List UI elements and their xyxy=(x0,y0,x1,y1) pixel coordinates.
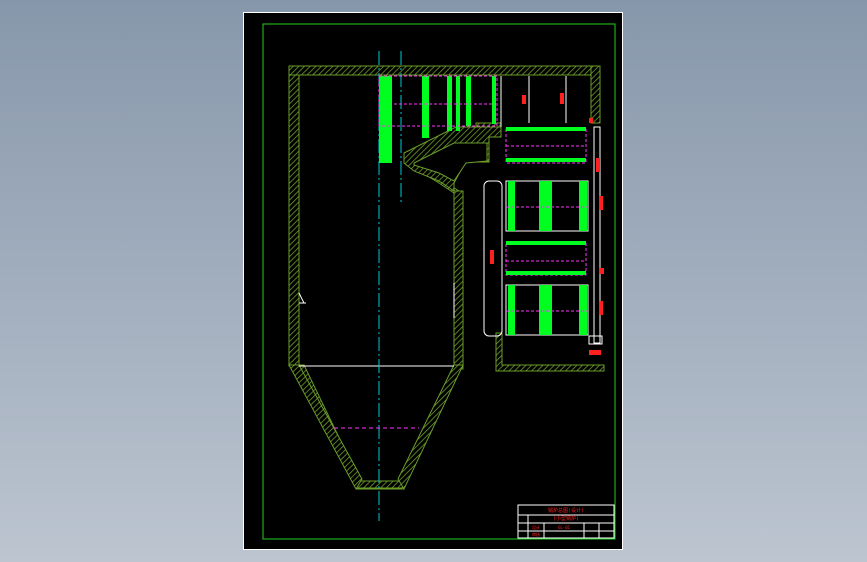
roof-right-drop xyxy=(590,65,601,124)
rear-bank-mark-1 xyxy=(522,95,526,104)
furnace-left-wall xyxy=(288,65,300,367)
hopper-right-wall xyxy=(397,364,464,491)
tube-group-1-col-3 xyxy=(579,181,587,231)
tube-bank-1 xyxy=(379,76,392,163)
convection-pass xyxy=(483,118,605,372)
drawing-sheet[interactable]: 锅炉总图(设计) (小型锅炉) 设计 审核 GL-01 xyxy=(243,12,623,550)
economizer-lower-top-tube xyxy=(506,241,586,245)
nose-annotation xyxy=(589,118,593,123)
tube-bank-frame xyxy=(378,75,498,127)
convection-casing xyxy=(495,332,605,372)
tube-group-2-col-2 xyxy=(539,285,552,335)
title-block-row-label-1: 设计 xyxy=(532,524,540,530)
economizer-lower xyxy=(505,242,587,276)
boiler-general-drawing: 锅炉总图(设计) (小型锅炉) 设计 审核 GL-01 xyxy=(262,23,616,540)
economizer-lower-bottom-tube xyxy=(506,271,586,275)
cad-viewport-background[interactable]: 锅炉总图(设计) (小型锅炉) 设计 审核 GL-01 xyxy=(0,0,867,562)
rear-bank-mark-2 xyxy=(560,93,564,104)
burner-mark-left xyxy=(298,292,305,304)
side-annotation-3 xyxy=(599,268,604,274)
economizer-upper-bottom-tube xyxy=(506,158,586,162)
side-annotation-5 xyxy=(589,350,601,355)
title-block: 锅炉总图(设计) (小型锅炉) 设计 审核 GL-01 xyxy=(517,504,615,539)
title-block-row-label-2: 审核 xyxy=(532,531,540,537)
economizer-upper-top-tube xyxy=(506,127,586,131)
casing-annotation xyxy=(490,250,494,264)
roof-wall xyxy=(288,65,601,76)
title-block-subtitle: (小型锅炉) xyxy=(553,515,579,522)
tube-bank-5 xyxy=(466,76,471,126)
tube-group-2-col-3 xyxy=(579,285,587,335)
tube-bank-2 xyxy=(422,76,429,138)
title-block-drawing-number: GL-01 xyxy=(558,525,571,530)
side-annotation-4 xyxy=(599,301,603,315)
title-block-title: 锅炉总图(设计) xyxy=(548,507,584,514)
tube-group-1-col-1 xyxy=(508,181,515,231)
side-annotation-2 xyxy=(599,196,603,210)
furnace-right-wall xyxy=(453,190,464,370)
hopper-left-wall xyxy=(288,364,363,491)
tube-group-1-col-2 xyxy=(539,181,552,231)
tube-bank-6 xyxy=(492,76,496,124)
side-annotation-1 xyxy=(596,158,600,172)
tube-group-2-col-1 xyxy=(508,285,515,335)
